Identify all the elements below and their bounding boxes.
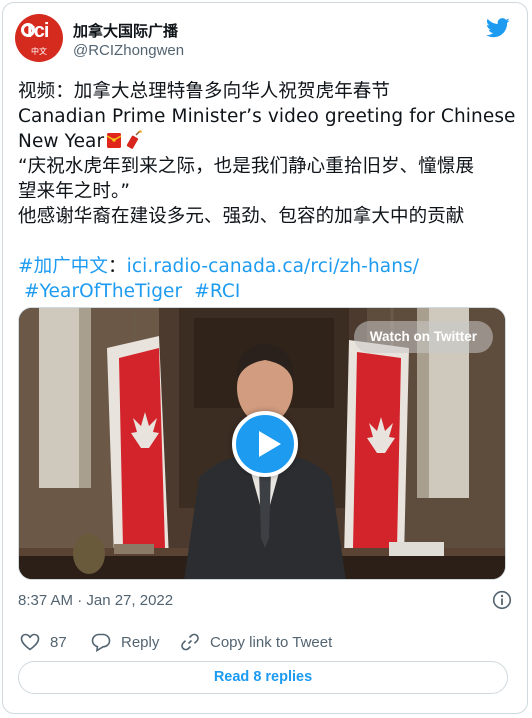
tweet-url-link[interactable]: ici.radio-canada.ca/rci/zh-hans/ [127, 256, 419, 277]
tweet-actions: 87 Reply Copy link to Tweet [18, 631, 508, 653]
read-replies-button[interactable]: Read 8 replies [18, 661, 508, 694]
tweet-hashtags-line: #YearOfTheTiger #RCI [18, 279, 514, 304]
tweet-line-3-text: New Year [18, 131, 105, 152]
avatar[interactable]: rci 中文 [15, 14, 63, 62]
tweet-line-4: “庆祝水虎年到来之际，也是我们静心重拾旧岁、憧憬展 [18, 156, 475, 177]
hashtag-rci[interactable]: #RCI [194, 281, 240, 302]
heart-icon [20, 633, 40, 651]
play-button[interactable] [232, 411, 298, 477]
like-action[interactable]: 87 [20, 631, 67, 653]
firecracker-emoji-icon [126, 130, 143, 149]
colon-text: ： [108, 256, 127, 277]
tweet-line-5: 望来年之时。” [18, 181, 131, 202]
hashtag-rci-chinese[interactable]: #加广中文 [18, 256, 108, 277]
user-handle[interactable]: @RCIZhongwen [73, 42, 184, 59]
avatar-subtext: 中文 [31, 47, 47, 56]
copy-link-action[interactable]: Copy link to Tweet [180, 631, 332, 653]
display-name[interactable]: 加拿大国际广播 [73, 20, 178, 41]
twitter-bird-icon[interactable] [486, 18, 510, 38]
info-icon[interactable] [492, 590, 512, 610]
tweet-timestamp[interactable]: 8:37 AM · Jan 27, 2022 [18, 592, 173, 609]
hashtag-year-of-the-tiger[interactable]: #YearOfTheTiger [24, 281, 182, 302]
watch-on-twitter-button[interactable]: Watch on Twitter [353, 321, 493, 353]
tweet-line-6: 他感谢华裔在建设多元、强劲、包容的加拿大中的贡献 [18, 206, 465, 227]
reply-action[interactable]: Reply [91, 631, 159, 653]
tweet-text: 视频：加拿大总理特鲁多向华人祝贺虎年春节 Canadian Prime Mini… [18, 79, 516, 304]
tweet-links-line: #加广中文：ici.radio-canada.ca/rci/zh-hans/ [18, 254, 514, 279]
avatar-logo-text: rci [27, 20, 49, 42]
video-thumbnail[interactable]: Watch on Twitter [18, 307, 506, 580]
red-envelope-emoji-icon [106, 133, 122, 148]
tweet-header: rci 中文 加拿大国际广播 @RCIZhongwen [15, 14, 510, 66]
tweet-line-1: 视频：加拿大总理特鲁多向华人祝贺虎年春节 [18, 81, 391, 102]
tweet-line-3: New Year [18, 129, 514, 154]
reply-bubble-icon [91, 633, 111, 652]
tweet-line-2: Canadian Prime Minister’s video greeting… [18, 106, 516, 127]
like-count: 87 [50, 633, 67, 651]
play-icon [259, 431, 281, 457]
link-icon [181, 633, 199, 651]
reply-label: Reply [121, 633, 160, 651]
copy-link-label: Copy link to Tweet [210, 633, 333, 651]
